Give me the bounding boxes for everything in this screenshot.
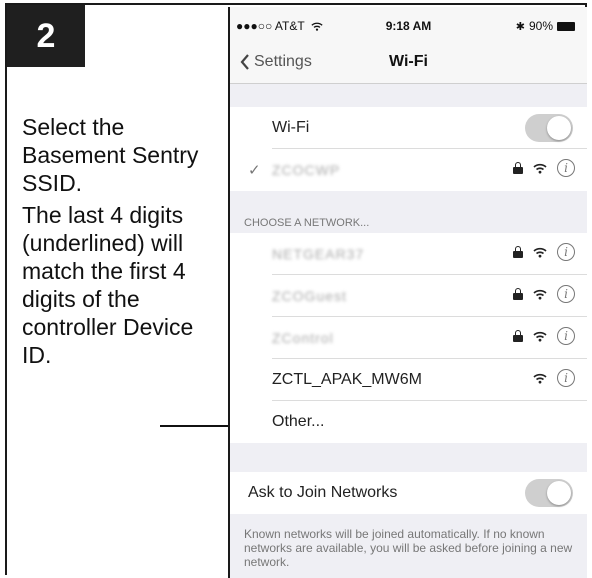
wifi-signal-icon xyxy=(533,373,547,383)
checkmark-icon: ✓ xyxy=(248,162,261,179)
lock-icon xyxy=(513,330,523,342)
wifi-signal-icon xyxy=(533,247,547,257)
network-row[interactable]: ZControl i xyxy=(230,317,587,359)
network-row[interactable]: NETGEAR37 i xyxy=(230,233,587,275)
lock-icon xyxy=(513,246,523,258)
wifi-signal-icon xyxy=(533,289,547,299)
info-icon[interactable]: i xyxy=(557,243,575,261)
wifi-toggle-row: Wi-Fi xyxy=(230,107,587,149)
ask-to-join-label: Ask to Join Networks xyxy=(248,484,398,501)
network-name: ZCOGuest xyxy=(272,288,347,304)
phone-screen: ●●●○○ AT&T 9:18 AM ✱ 90% Settings Wi-Fi … xyxy=(228,7,587,578)
instruction-select-ssid: Select the Basement Sentry SSID. xyxy=(22,114,199,196)
info-icon[interactable]: i xyxy=(557,285,575,303)
network-name: NETGEAR37 xyxy=(272,246,365,262)
toggle-knob xyxy=(547,116,571,140)
nav-bar: Settings Wi-Fi xyxy=(230,47,587,84)
ask-to-join-row: Ask to Join Networks xyxy=(230,472,587,514)
info-icon[interactable]: i xyxy=(557,369,575,387)
toggle-knob xyxy=(547,481,571,505)
wifi-label: Wi-Fi xyxy=(272,119,310,136)
battery-percent: 90% xyxy=(528,19,553,33)
network-name: ZControl xyxy=(272,330,334,346)
instruction-digits-match: The last 4 digits (underlined) will matc… xyxy=(22,202,194,368)
wifi-signal-icon xyxy=(533,163,547,173)
connected-network-row[interactable]: ✓ ZCOCWP i xyxy=(230,149,587,191)
wifi-toggle[interactable] xyxy=(525,114,573,142)
network-row[interactable]: ZCOGuest i xyxy=(230,275,587,317)
page-title: Wi-Fi xyxy=(389,53,428,70)
network-name: ZCOCWP xyxy=(272,162,341,178)
other-label: Other... xyxy=(272,413,325,430)
section-header: CHOOSE A NETWORK... xyxy=(244,217,370,229)
network-row-basement-sentry[interactable]: ZCTL_APAK_MW6M i xyxy=(230,359,587,401)
info-icon[interactable]: i xyxy=(557,159,575,177)
battery-status: ✱ 90% xyxy=(516,19,575,33)
other-network-row[interactable]: Other... xyxy=(230,401,587,443)
network-name: ZCTL_APAK_MW6M xyxy=(272,371,422,388)
lock-icon xyxy=(513,288,523,300)
instructions: Select the Basement Sentry SSID. The las… xyxy=(22,113,227,369)
lock-icon xyxy=(513,162,523,174)
wifi-signal-icon xyxy=(533,331,547,341)
status-bar: ●●●○○ AT&T 9:18 AM ✱ 90% xyxy=(230,7,587,47)
ask-to-join-toggle[interactable] xyxy=(525,479,573,507)
battery-icon xyxy=(557,21,575,31)
footer-note: Known networks will be joined automatica… xyxy=(244,527,573,569)
step-badge: 2 xyxy=(7,5,85,67)
bluetooth-icon: ✱ xyxy=(515,20,525,33)
info-icon[interactable]: i xyxy=(557,327,575,345)
